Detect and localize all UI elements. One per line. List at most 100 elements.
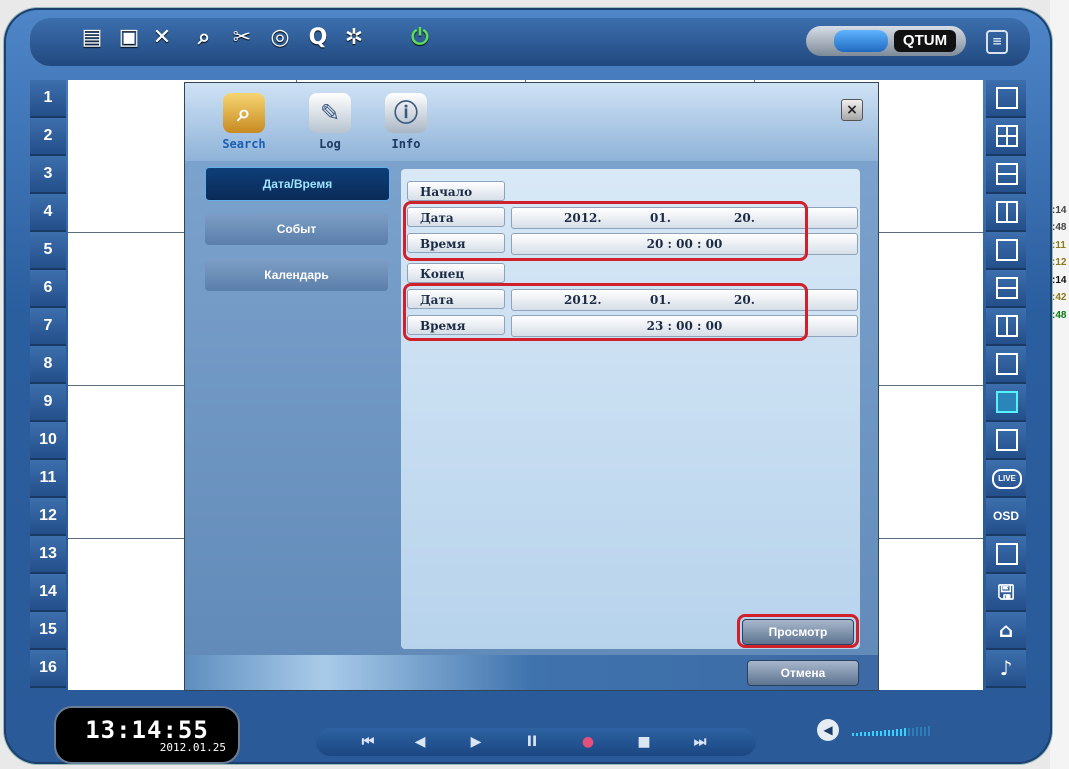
save-button[interactable]: 🖫 — [986, 574, 1026, 612]
open-folder-button[interactable]: ⌂ — [986, 612, 1026, 650]
volume-tick — [872, 731, 874, 736]
layout-8-button[interactable] — [986, 194, 1026, 232]
osd-button[interactable]: OSD — [986, 498, 1026, 536]
channel-button[interactable]: 4 — [30, 194, 66, 232]
sidebar-item-event[interactable]: Событ — [205, 213, 388, 245]
music-icon: ♪ — [999, 656, 1013, 680]
close-button[interactable]: × — [841, 99, 863, 121]
channel-button[interactable]: 12 — [30, 498, 66, 536]
highlight-box — [403, 283, 808, 341]
volume-tick — [876, 730, 878, 736]
export-icon[interactable]: ▤ — [78, 24, 106, 52]
layout-9-button[interactable] — [986, 232, 1026, 270]
sidebar-item-datetime[interactable]: Дата/Время — [205, 167, 390, 201]
channel-list: 1 2 3 4 5 6 7 8 9 10 11 12 13 14 15 16 — [30, 80, 66, 690]
volume-tick — [888, 729, 890, 736]
zoom-icon[interactable]: Q — [304, 24, 332, 52]
layout-12-button[interactable] — [986, 346, 1026, 384]
tab-label: Info — [391, 137, 421, 151]
ptz-icon[interactable]: ◎ — [266, 24, 294, 52]
log-tab-icon: ✎ — [309, 93, 351, 133]
clock-display: 13:14:55 2012.01.25 — [54, 706, 240, 764]
channel-button[interactable]: 14 — [30, 574, 66, 612]
desktop-text: :14 — [1052, 275, 1067, 286]
desktop-text: :42 — [1052, 292, 1067, 303]
tab-log[interactable]: ✎ Log — [295, 89, 365, 157]
layout-10-button[interactable] — [986, 270, 1026, 308]
fullscreen-button[interactable] — [986, 422, 1026, 460]
pause-button[interactable]: II — [510, 728, 554, 756]
live-button[interactable]: LIVE — [986, 460, 1026, 498]
speaker-icon[interactable]: ◀ — [817, 719, 839, 741]
channel-button[interactable]: 9 — [30, 384, 66, 422]
volume-tick — [916, 727, 918, 736]
settings-icon[interactable]: ✂ — [228, 24, 256, 52]
channel-button[interactable]: 2 — [30, 118, 66, 156]
cancel-button[interactable]: Отмена — [747, 660, 859, 686]
audio-button[interactable]: ♪ — [986, 650, 1026, 688]
channel-button[interactable]: 3 — [30, 156, 66, 194]
layout-6-button[interactable] — [986, 156, 1026, 194]
tab-search[interactable]: ⌕ Search — [209, 89, 279, 157]
desktop-text: :48 — [1052, 310, 1067, 321]
layout-16-button[interactable] — [986, 384, 1026, 422]
channel-button[interactable]: 5 — [30, 232, 66, 270]
volume-slider[interactable] — [852, 726, 932, 736]
search-tab-icon: ⌕ — [223, 93, 265, 133]
layout-4-button[interactable] — [986, 118, 1026, 156]
volume-tick — [892, 729, 894, 736]
volume-tick — [896, 729, 898, 736]
layout-1-button[interactable] — [986, 80, 1026, 118]
tab-info[interactable]: ⓘ Info — [371, 89, 441, 157]
play-button[interactable]: ▶ — [454, 728, 498, 756]
dialog-footer: Отмена — [185, 655, 878, 690]
channel-button[interactable]: 13 — [30, 536, 66, 574]
channel-button[interactable]: 11 — [30, 460, 66, 498]
search-icon[interactable]: ⌕ — [190, 24, 218, 52]
stop-button[interactable]: ■ — [622, 728, 666, 756]
desktop-text: :14 — [1052, 205, 1067, 216]
menu-icon[interactable]: ≡ — [986, 30, 1008, 54]
rewind-button[interactable]: ◀ — [398, 728, 442, 756]
search-dialog: ⌕ Search ✎ Log ⓘ Info × Дата/Время Событ… — [184, 82, 879, 691]
skip-forward-button[interactable]: ⏭ — [678, 728, 722, 756]
record-button[interactable]: ● — [566, 728, 610, 756]
power-icon[interactable]: ⏻ — [406, 24, 434, 52]
volume-tick — [856, 732, 858, 736]
clock-time: 13:14:55 — [85, 716, 209, 744]
channel-button[interactable]: 7 — [30, 308, 66, 346]
desktop-text: :11 — [1052, 240, 1066, 251]
end-header: Конец — [407, 263, 505, 283]
channel-button[interactable]: 10 — [30, 422, 66, 460]
layout-13-button[interactable] — [986, 308, 1026, 346]
fullscreen-icon — [996, 429, 1018, 451]
volume-tick — [880, 730, 882, 736]
icon-line — [996, 173, 1018, 175]
desktop-text: :12 — [1052, 257, 1067, 268]
layout-12-icon — [996, 353, 1018, 375]
icon-line — [996, 287, 1018, 289]
channel-button[interactable]: 6 — [30, 270, 66, 308]
volume-tick — [924, 726, 926, 736]
volume-tick — [860, 732, 862, 736]
channel-button[interactable]: 8 — [30, 346, 66, 384]
skip-back-button[interactable]: ⏮ — [346, 728, 390, 756]
desktop-background: :14 :48 :11 :12 :14 :42 :48 — [1050, 0, 1069, 769]
icon-line — [1006, 201, 1008, 223]
volume-tick — [900, 728, 902, 736]
volume-tick — [928, 726, 930, 736]
sequence-button[interactable] — [986, 536, 1026, 574]
channel-button[interactable]: 15 — [30, 612, 66, 650]
sidebar-item-calendar[interactable]: Календарь — [205, 259, 388, 291]
tools-icon[interactable]: ✕ — [148, 24, 176, 52]
config-icon[interactable]: ✲ — [340, 24, 368, 52]
channel-button[interactable]: 1 — [30, 80, 66, 118]
playback-controls: ⏮ ◀ ▶ II ● ■ ⏭ — [316, 728, 756, 756]
backup-icon[interactable]: ▣ — [115, 24, 143, 52]
volume-tick — [884, 730, 886, 736]
live-icon: LIVE — [992, 469, 1022, 489]
volume-tick — [920, 727, 922, 736]
highlight-box — [737, 614, 859, 648]
layout-1-icon — [996, 87, 1018, 109]
channel-button[interactable]: 16 — [30, 650, 66, 688]
